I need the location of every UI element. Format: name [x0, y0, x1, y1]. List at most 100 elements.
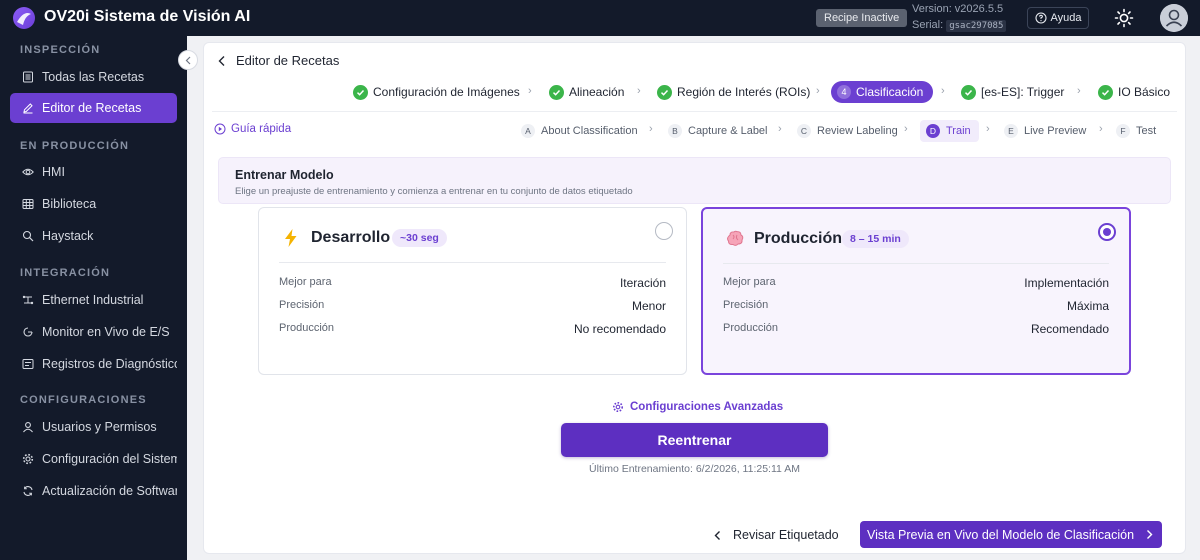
chevron-right-icon: ›: [1099, 123, 1103, 135]
serial-info: Serial: gsac297085: [912, 19, 1007, 32]
preset-row: Precisión Menor: [279, 299, 666, 315]
back-to-recipe-editor-link[interactable]: Editor de Recetas: [216, 53, 339, 68]
sidebar-item-label: Ethernet Industrial: [42, 293, 144, 307]
preset-option-desarrollo[interactable]: Desarrollo ~30 seg Mejor para Iteración P…: [258, 207, 687, 375]
sidebar-item-label: HMI: [42, 165, 65, 179]
step-configuracion-de-imagenes[interactable]: Configuración de Imágenes: [353, 81, 520, 103]
step-trigger[interactable]: [es-ES]: Trigger: [961, 81, 1064, 103]
substep-train[interactable]: D Train: [920, 120, 979, 142]
review-labeling-button[interactable]: Revisar Etiquetado: [712, 524, 839, 546]
gear-icon: [613, 402, 623, 412]
preset-divider: [723, 263, 1109, 264]
step-label: [es-ES]: Trigger: [981, 85, 1065, 99]
preset-divider: [279, 262, 666, 263]
sidebar-item-configuracion-del-sistema[interactable]: Configuración del Sistema: [10, 444, 177, 474]
recipe-status-badge: Recipe Inactive: [816, 9, 908, 27]
preset-title: Producción: [754, 230, 843, 247]
sidebar-item-ethernet-industrial[interactable]: Ethernet Industrial: [10, 285, 177, 315]
chevron-right-icon: ›: [778, 123, 782, 135]
preset-option-produccion[interactable]: Producción 8 – 15 min Mejor para Implemen…: [701, 207, 1131, 375]
user-icon: [23, 422, 33, 433]
network-icon: [22, 295, 34, 305]
back-label: Editor de Recetas: [236, 53, 340, 68]
substep-letter: E: [1004, 124, 1018, 138]
sidebar-item-label: Haystack: [42, 229, 94, 243]
preset-row-value: Implementación: [1024, 276, 1109, 290]
preset-row-value: Recomendado: [1030, 322, 1109, 336]
substep-live-preview[interactable]: E Live Preview: [1004, 120, 1086, 142]
sidebar-item-monitor-en-vivo[interactable]: Monitor en Vivo de E/S: [10, 317, 177, 347]
preset-row-value: Menor: [631, 299, 666, 313]
retrain-button[interactable]: Reentrenar: [561, 423, 828, 457]
chevron-right-icon: ›: [528, 85, 532, 97]
play-circle-icon: [214, 123, 226, 135]
step-label: Región de Interés (ROIs): [677, 85, 811, 99]
step-clasificacion[interactable]: 4 Clasificación: [831, 81, 934, 103]
step-label: Alineación: [569, 85, 625, 99]
substep-capture-label[interactable]: B Capture & Label: [668, 120, 768, 142]
preset-radio-produccion[interactable]: [1098, 223, 1116, 241]
sidebar-item-haystack[interactable]: Haystack: [10, 221, 177, 251]
help-icon: [1034, 12, 1047, 24]
substep-about-classification[interactable]: A About Classification: [521, 120, 638, 142]
preset-duration-badge: 8 – 15 min: [842, 230, 909, 248]
grid-icon: [22, 199, 34, 209]
user-avatar-icon: [1160, 4, 1188, 32]
chevron-right-icon: ›: [1077, 85, 1081, 97]
substep-letter: A: [521, 124, 535, 138]
chevron-right-icon: ›: [649, 123, 653, 135]
step-region-de-interes[interactable]: Región de Interés (ROIs): [657, 81, 810, 103]
help-button[interactable]: Ayuda: [1027, 7, 1089, 29]
chevron-left-icon: [185, 56, 190, 64]
step-alineacion[interactable]: Alineación: [549, 81, 624, 103]
serial-label: Serial:: [912, 19, 944, 31]
help-label: Ayuda: [1050, 12, 1082, 24]
sidebar-collapse-button[interactable]: [178, 50, 198, 70]
check-icon: [353, 84, 368, 100]
avatar[interactable]: [1160, 4, 1188, 32]
lightning-icon: [285, 229, 297, 247]
preset-title: Desarrollo: [311, 229, 391, 246]
step-label: Configuración de Imágenes: [373, 85, 520, 99]
substep-test[interactable]: F Test: [1116, 120, 1156, 142]
sidebar-item-registros-de-diagnostico[interactable]: Registros de Diagnóstico: [10, 349, 177, 379]
check-icon: [1098, 84, 1113, 100]
sidebar-item-editor-de-recetas[interactable]: Editor de Recetas: [10, 93, 177, 123]
preset-row-value: Máxima: [1066, 299, 1109, 313]
advanced-settings-label: Configuraciones Avanzadas: [630, 401, 784, 413]
preset-row: Producción Recomendado: [723, 322, 1109, 338]
sidebar-item-usuarios-y-permisos[interactable]: Usuarios y Permisos: [10, 412, 177, 442]
preset-row: Precisión Máxima: [723, 299, 1109, 315]
live-preview-button[interactable]: Vista Previa en Vivo del Modelo de Clasi…: [860, 521, 1162, 548]
sidebar-item-todas-las-recetas[interactable]: Todas las Recetas: [10, 62, 177, 92]
sidebar-section-inspeccion: INSPECCIÓN: [20, 44, 101, 56]
sun-icon[interactable]: [1114, 8, 1134, 28]
step-io-basico[interactable]: IO Básico: [1098, 81, 1170, 103]
preset-row-key: Producción: [723, 322, 779, 334]
chevron-right-icon: ›: [941, 85, 945, 97]
substep-label: Train: [946, 125, 971, 137]
version-label: Version: v2026.5.5: [912, 3, 1004, 15]
chevron-right-icon: ›: [637, 85, 641, 97]
sidebar-section-en-produccion: EN PRODUCCIÓN: [20, 140, 130, 152]
sidebar-item-biblioteca[interactable]: Biblioteca: [10, 189, 177, 219]
steps-divider: [212, 111, 1177, 112]
preset-radio-desarrollo[interactable]: [655, 222, 673, 240]
sidebar-item-label: Configuración del Sistema: [42, 452, 177, 466]
preset-row-key: Mejor para: [279, 276, 332, 288]
sidebar-item-label: Biblioteca: [42, 197, 97, 211]
chevron-right-icon: ›: [904, 123, 908, 135]
substep-review-labeling[interactable]: C Review Labeling: [797, 120, 898, 142]
preset-row-value: No recomendado: [573, 322, 666, 336]
check-icon: [657, 84, 672, 100]
substep-letter: D: [926, 124, 940, 138]
sidebar-item-actualizacion-de-software[interactable]: Actualización de Software: [10, 476, 177, 506]
quick-guide-link[interactable]: Guía rápida: [214, 123, 291, 135]
chevron-left-icon: [714, 530, 720, 540]
recipe-editor-panel: Editor de Recetas Configuración de Imáge…: [203, 42, 1186, 554]
sidebar-item-label: Usuarios y Permisos: [42, 420, 157, 434]
sidebar-item-hmi[interactable]: HMI: [10, 157, 177, 187]
advanced-settings-link[interactable]: Configuraciones Avanzadas: [612, 401, 783, 413]
sidebar-item-label: Editor de Recetas: [42, 101, 142, 115]
monitor-icon: [23, 327, 33, 337]
